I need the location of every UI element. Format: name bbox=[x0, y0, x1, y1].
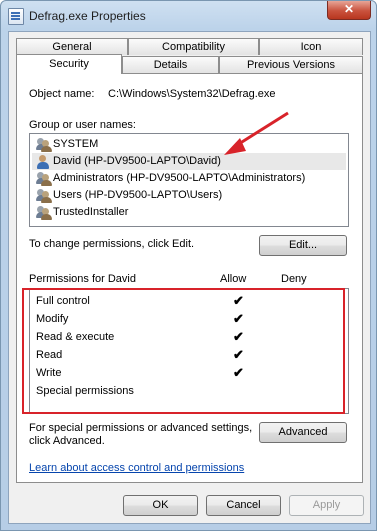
permission-name: Special permissions bbox=[36, 385, 134, 397]
title-bar[interactable]: Defrag.exe Properties ✕ bbox=[1, 1, 376, 31]
group-names-label: Group or user names: bbox=[29, 119, 136, 131]
allow-check-icon: ✔ bbox=[233, 329, 244, 344]
window-title: Defrag.exe Properties bbox=[29, 9, 146, 23]
close-button[interactable]: ✕ bbox=[327, 1, 371, 20]
group-icon bbox=[36, 171, 52, 186]
advanced-button[interactable]: Advanced bbox=[259, 422, 347, 443]
user-icon bbox=[36, 154, 52, 169]
apply-button[interactable]: Apply bbox=[289, 495, 364, 516]
list-item-label: Administrators (HP-DV9500-LAPTO\Administ… bbox=[53, 172, 306, 184]
group-icon bbox=[36, 205, 52, 220]
allow-check-icon: ✔ bbox=[233, 347, 244, 362]
table-row: Write ✔ bbox=[30, 365, 348, 383]
tab-previous-versions[interactable]: Previous Versions bbox=[219, 56, 363, 73]
security-panel: Object name: C:\Windows\System32\Defrag.… bbox=[16, 73, 363, 483]
learn-permissions-link[interactable]: Learn about access control and permissio… bbox=[29, 462, 244, 474]
permission-name: Read bbox=[36, 349, 63, 361]
table-row: Modify ✔ bbox=[30, 311, 348, 329]
permissions-table: Full control ✔ Modify ✔ Read & execute ✔… bbox=[29, 288, 349, 414]
list-item-label: David (HP-DV9500-LAPTO\David) bbox=[53, 155, 221, 167]
properties-window: Defrag.exe Properties ✕ General Compatib… bbox=[0, 0, 377, 531]
tab-icon[interactable]: Icon bbox=[259, 38, 363, 55]
allow-column-header: Allow bbox=[220, 273, 247, 285]
permission-name: Modify bbox=[36, 313, 69, 325]
list-item[interactable]: TrustedInstaller bbox=[34, 204, 128, 221]
permission-name: Write bbox=[36, 367, 62, 379]
group-icon bbox=[36, 188, 52, 203]
table-row: Read ✔ bbox=[30, 347, 348, 365]
allow-check-icon: ✔ bbox=[233, 311, 244, 326]
allow-check-icon: ✔ bbox=[233, 365, 244, 380]
table-row: Read & execute ✔ bbox=[30, 329, 348, 347]
edit-button[interactable]: Edit... bbox=[259, 235, 347, 256]
group-user-list[interactable]: SYSTEM David (HP-DV9500-LAPTO\David) Adm… bbox=[29, 133, 349, 227]
deny-column-header: Deny bbox=[281, 273, 307, 285]
advanced-hint-line2: click Advanced. bbox=[29, 435, 105, 447]
group-icon bbox=[36, 137, 52, 152]
permission-name: Read & execute bbox=[36, 331, 115, 343]
allow-check-icon: ✔ bbox=[233, 293, 244, 308]
permission-name: Full control bbox=[36, 295, 90, 307]
change-permissions-text: To change permissions, click Edit. bbox=[29, 238, 195, 250]
table-row: Special permissions bbox=[30, 383, 348, 401]
object-name-value: C:\Windows\System32\Defrag.exe bbox=[108, 88, 276, 100]
permissions-title: Permissions for David bbox=[29, 273, 136, 285]
ok-button[interactable]: OK bbox=[123, 495, 198, 516]
list-item-selected[interactable]: David (HP-DV9500-LAPTO\David) bbox=[32, 153, 346, 170]
cancel-button[interactable]: Cancel bbox=[206, 495, 281, 516]
tab-security[interactable]: Security bbox=[16, 54, 122, 74]
list-item[interactable]: SYSTEM bbox=[34, 136, 98, 153]
list-item-label: TrustedInstaller bbox=[53, 206, 129, 218]
advanced-hint-line1: For special permissions or advanced sett… bbox=[29, 422, 253, 434]
dialog-body: General Compatibility Icon Security Deta… bbox=[8, 31, 371, 524]
object-name-label: Object name: bbox=[29, 88, 95, 100]
tab-compatibility[interactable]: Compatibility bbox=[128, 38, 259, 55]
list-item[interactable]: Administrators (HP-DV9500-LAPTO\Administ… bbox=[34, 170, 305, 187]
table-row: Full control ✔ bbox=[30, 293, 348, 311]
tab-general[interactable]: General bbox=[16, 38, 128, 55]
app-icon bbox=[8, 8, 24, 25]
list-item[interactable]: Users (HP-DV9500-LAPTO\Users) bbox=[34, 187, 222, 204]
list-item-label: Users (HP-DV9500-LAPTO\Users) bbox=[53, 189, 223, 201]
tab-details[interactable]: Details bbox=[122, 56, 219, 73]
list-item-label: SYSTEM bbox=[53, 138, 99, 150]
